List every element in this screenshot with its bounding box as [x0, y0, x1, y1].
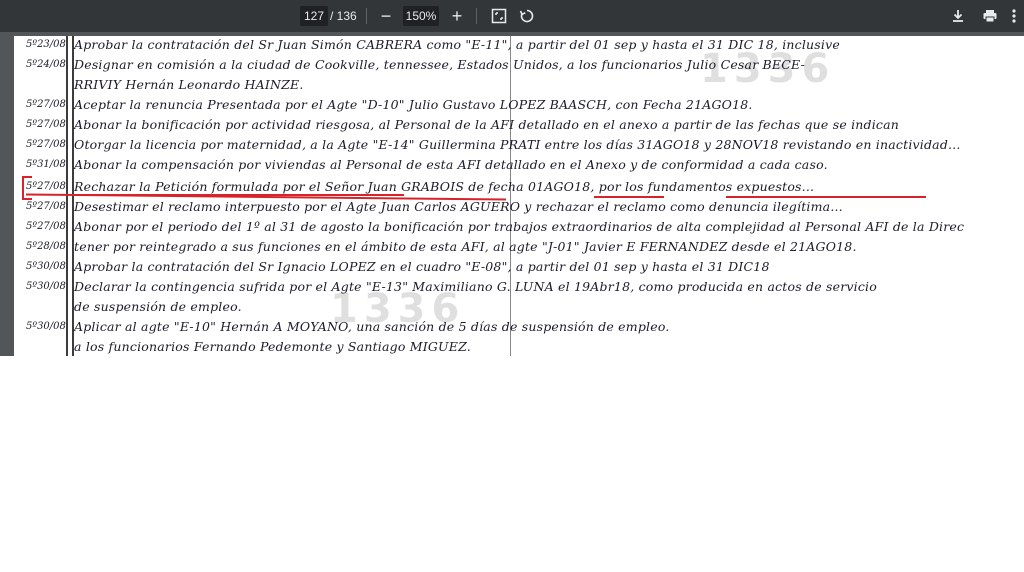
- toolbar-divider: [476, 8, 477, 24]
- document-viewer[interactable]: 1336 1336 5º23/08 Aprobar la contratación…: [0, 32, 1024, 356]
- table-row: 5º27/08 Abonar por el periodo del 1º al 3…: [14, 218, 1024, 238]
- toolbar-divider: [366, 8, 367, 24]
- row-text: Aplicar al agte "E-10" Hernán A MOYANO, …: [74, 319, 670, 334]
- table-row: a los funcionarios Fernando Pedemonte y …: [14, 338, 1024, 356]
- pdf-page: 1336 1336 5º23/08 Aprobar la contratación…: [14, 36, 1024, 356]
- download-icon: [953, 10, 963, 22]
- row-text: Aprobar la contratación del Sr Juan Simó…: [74, 37, 840, 52]
- row-date: 5º30/08: [26, 281, 66, 292]
- row-date: 5º27/08: [26, 99, 66, 110]
- row-date: 5º23/08: [26, 39, 66, 50]
- row-text: Aprobar la contratación del Sr Ignacio L…: [74, 259, 770, 274]
- row-date: 5º31/08: [26, 159, 66, 170]
- table-row: 5º28/08 tener por reintegrado a sus funci…: [14, 238, 1024, 258]
- table-row: 5º27/08 Abonar la bonificación por activi…: [14, 116, 1024, 136]
- table-row: 5º23/08 Aprobar la contratación del Sr Ju…: [14, 36, 1024, 56]
- pdf-toolbar: 127 / 136 − 150% +: [0, 0, 1024, 32]
- row-text: Abonar por el periodo del 1º al 31 de ag…: [74, 219, 965, 234]
- zoom-level-input[interactable]: 150%: [403, 6, 439, 26]
- row-date: 5º24/08: [26, 59, 66, 70]
- row-date: 5º27/08: [26, 139, 66, 150]
- row-date: 5º28/08: [26, 241, 66, 252]
- fit-page-button[interactable]: [487, 4, 511, 28]
- table-row: de suspensión de empleo.: [14, 298, 1024, 318]
- zoom-out-button[interactable]: −: [374, 4, 398, 28]
- row-text: Abonar la bonificación por actividad rie…: [74, 117, 900, 132]
- minus-icon: −: [380, 5, 392, 26]
- row-text: a los funcionarios Fernando Pedemonte y …: [74, 339, 471, 354]
- row-text: Abonar la compensación por viviendas al …: [74, 157, 828, 172]
- more-options-button[interactable]: [1006, 4, 1022, 28]
- zoom-in-button[interactable]: +: [445, 4, 469, 28]
- row-text: Designar en comisión a la ciudad de Cook…: [74, 57, 805, 72]
- red-bracket-mark: [22, 176, 32, 200]
- table-row: RRIVIY Hernán Leonardo HAINZE.: [14, 76, 1024, 96]
- table-row: 5º27/08 Desestimar el reclamo interpuesto…: [14, 198, 1024, 218]
- table-row: 5º31/08 Abonar la compensación por vivien…: [14, 156, 1024, 176]
- table-row: 5º30/08 Aprobar la contratación del Sr Ig…: [14, 258, 1024, 278]
- row-text: Declarar la contingencia sufrida por el …: [74, 279, 877, 294]
- row-text: Rechazar la Petición formulada por el Se…: [74, 179, 815, 194]
- row-date: 5º30/08: [26, 261, 66, 272]
- row-text: Aceptar la renuncia Presentada por el Ag…: [74, 97, 753, 112]
- download-button[interactable]: [946, 4, 970, 28]
- table-row: 5º27/08 Otorgar la licencia por maternida…: [14, 136, 1024, 156]
- table-row: 5º30/08 Declarar la contingencia sufrida …: [14, 278, 1024, 298]
- red-underline-mark: [74, 194, 404, 196]
- red-underline-mark: [726, 196, 926, 198]
- print-button[interactable]: [978, 4, 1002, 28]
- page-number-input[interactable]: 127: [300, 6, 328, 26]
- row-date: 5º27/08: [26, 201, 66, 212]
- row-text: RRIVIY Hernán Leonardo HAINZE.: [74, 77, 304, 92]
- row-date: 5º27/08: [26, 119, 66, 130]
- more-vert-icon: [1012, 9, 1016, 23]
- rotate-icon: [519, 9, 534, 23]
- table-row: 5º24/08 Designar en comisión a la ciudad …: [14, 56, 1024, 76]
- page-count: / 136: [330, 9, 357, 23]
- row-text: Otorgar la licencia por maternidad, a la…: [74, 137, 961, 152]
- table-row: 5º30/08 Aplicar al agte "E-10" Hernán A M…: [14, 318, 1024, 338]
- fit-page-icon: [491, 8, 507, 24]
- row-date: 5º30/08: [26, 321, 66, 332]
- red-underline-mark: [594, 196, 664, 198]
- print-icon: [983, 10, 997, 23]
- row-text: Desestimar el reclamo interpuesto por el…: [74, 199, 843, 214]
- plus-icon: +: [451, 5, 463, 26]
- empty-viewport-area: [0, 356, 1024, 572]
- row-text: tener por reintegrado a sus funciones en…: [74, 239, 857, 254]
- rotate-button[interactable]: [515, 4, 539, 28]
- row-date: 5º27/08: [26, 221, 66, 232]
- table-row: 5º27/08 Aceptar la renuncia Presentada po…: [14, 96, 1024, 116]
- row-text: de suspensión de empleo.: [74, 299, 242, 314]
